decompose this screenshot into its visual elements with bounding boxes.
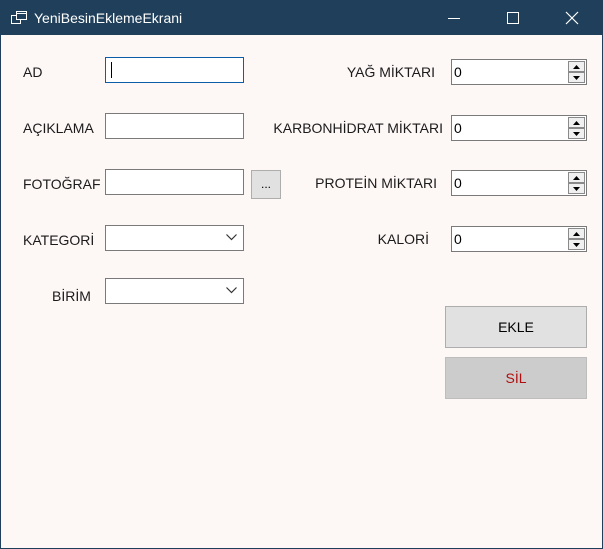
spin-buttons[interactable] bbox=[568, 117, 585, 139]
spin-up-button[interactable] bbox=[568, 172, 585, 183]
spin-down-button[interactable] bbox=[568, 72, 585, 83]
arrow-up-icon bbox=[573, 231, 580, 236]
sil-button[interactable]: SİL bbox=[445, 357, 587, 399]
minimize-icon bbox=[448, 18, 460, 19]
maximize-icon bbox=[507, 12, 519, 24]
birim-label: BİRİM bbox=[52, 288, 91, 304]
spin-up-button[interactable] bbox=[568, 117, 585, 128]
aciklama-label: AÇIKLAMA bbox=[23, 120, 94, 136]
arrow-up-icon bbox=[573, 175, 580, 180]
kategori-label: KATEGORİ bbox=[23, 232, 95, 248]
yag-miktari-label: YAĞ MİKTARI bbox=[346, 64, 435, 80]
spin-buttons[interactable] bbox=[568, 172, 585, 194]
arrow-up-icon bbox=[573, 64, 580, 69]
spin-down-button[interactable] bbox=[568, 128, 585, 139]
fotograf-input[interactable] bbox=[105, 169, 244, 195]
arrow-down-icon bbox=[573, 186, 580, 191]
kalori-numeric[interactable]: 0 bbox=[451, 226, 587, 252]
karbonhidrat-miktari-numeric[interactable]: 0 bbox=[451, 115, 587, 141]
aciklama-input[interactable] bbox=[105, 113, 244, 139]
arrow-down-icon bbox=[573, 75, 580, 80]
app-window: YeniBesinEklemeEkrani AD AÇIKLAMA FOTOĞR… bbox=[0, 0, 603, 549]
kalori-label: KALORİ bbox=[377, 231, 429, 247]
birim-combobox[interactable] bbox=[105, 278, 244, 304]
protein-miktari-value: 0 bbox=[454, 175, 462, 191]
spin-buttons[interactable] bbox=[568, 61, 585, 83]
spin-up-button[interactable] bbox=[568, 228, 585, 239]
title-bar[interactable]: YeniBesinEklemeEkrani bbox=[1, 1, 602, 35]
kalori-value: 0 bbox=[454, 231, 462, 247]
windows-form-icon bbox=[11, 11, 27, 25]
close-button[interactable] bbox=[549, 1, 595, 35]
spin-up-button[interactable] bbox=[568, 61, 585, 72]
kategori-combobox[interactable] bbox=[105, 225, 244, 251]
karbonhidrat-miktari-label: KARBONHİDRAT MİKTARI bbox=[273, 120, 443, 136]
arrow-down-icon bbox=[573, 242, 580, 247]
browse-photo-button[interactable]: ... bbox=[251, 170, 281, 199]
ad-input[interactable] bbox=[105, 57, 244, 83]
close-icon bbox=[565, 11, 579, 25]
minimize-button[interactable] bbox=[431, 1, 477, 35]
ad-label: AD bbox=[23, 64, 43, 80]
yag-miktari-value: 0 bbox=[454, 64, 462, 80]
chevron-down-icon bbox=[226, 287, 237, 294]
text-caret bbox=[111, 62, 112, 78]
protein-miktari-label: PROTEİN MİKTARI bbox=[315, 175, 437, 191]
karbonhidrat-miktari-value: 0 bbox=[454, 120, 462, 136]
protein-miktari-numeric[interactable]: 0 bbox=[451, 170, 587, 196]
ekle-button[interactable]: EKLE bbox=[445, 306, 587, 348]
spin-buttons[interactable] bbox=[568, 228, 585, 250]
arrow-down-icon bbox=[573, 131, 580, 136]
fotograf-label: FOTOĞRAF bbox=[23, 176, 101, 192]
yag-miktari-numeric[interactable]: 0 bbox=[451, 59, 587, 85]
chevron-down-icon bbox=[226, 234, 237, 241]
spin-down-button[interactable] bbox=[568, 239, 585, 250]
window-title: YeniBesinEklemeEkrani bbox=[34, 10, 183, 26]
maximize-button[interactable] bbox=[490, 1, 536, 35]
arrow-up-icon bbox=[573, 120, 580, 125]
spin-down-button[interactable] bbox=[568, 183, 585, 194]
